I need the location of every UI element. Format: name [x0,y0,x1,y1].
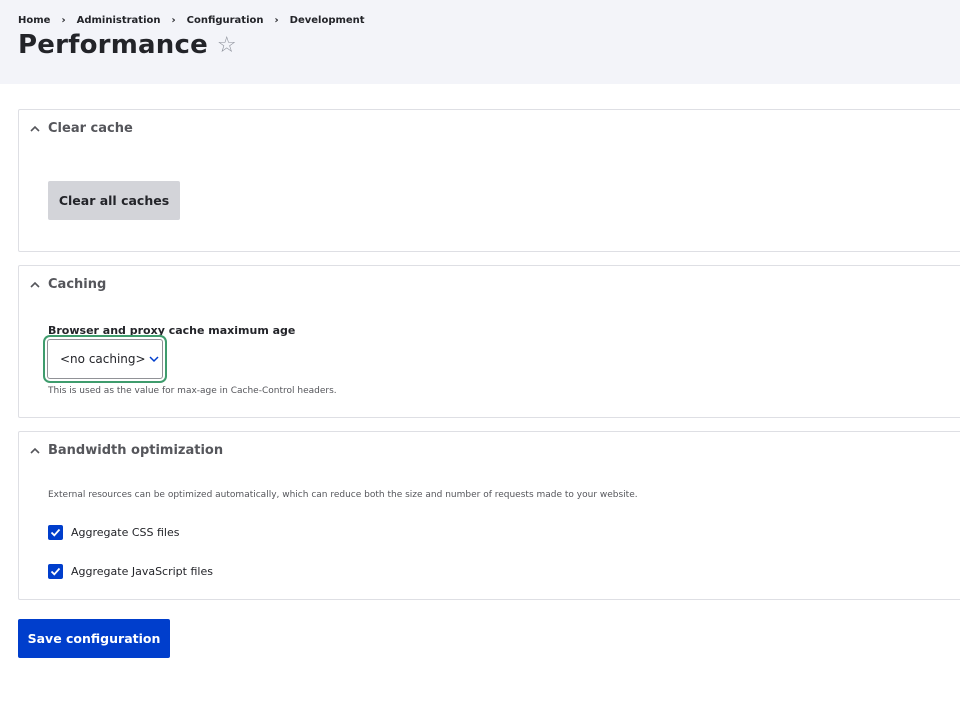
breadcrumb-administration[interactable]: Administration [77,15,161,26]
aggregate-css-checkbox[interactable] [48,525,63,540]
caching-panel: Caching Browser and proxy cache maximum … [18,265,960,418]
aggregate-js-checkbox[interactable] [48,564,63,579]
checkmark-icon [50,567,61,576]
clear-cache-panel: Clear cache Clear all caches [18,109,960,252]
breadcrumb-separator: › [61,15,66,26]
clear-cache-summary[interactable]: Clear cache [29,121,133,136]
chevron-up-icon [30,447,40,454]
star-icon[interactable]: ☆ [217,35,237,57]
breadcrumb-home[interactable]: Home [18,15,50,26]
breadcrumb: Home › Administration › Configuration › … [18,15,365,26]
max-age-label: Browser and proxy cache maximum age [48,324,296,337]
title-row: Performance ☆ [18,30,237,60]
max-age-select[interactable]: <no caching> [47,339,163,379]
aggregate-js-option: Aggregate JavaScript files [48,564,213,579]
aggregate-css-option: Aggregate CSS files [48,525,179,540]
chevron-up-icon [30,281,40,288]
breadcrumb-development[interactable]: Development [290,15,365,26]
aggregate-css-label[interactable]: Aggregate CSS files [71,526,179,539]
caching-heading: Caching [48,277,107,292]
bandwidth-panel: Bandwidth optimization External resource… [18,431,960,600]
chevron-down-icon [149,356,159,363]
bandwidth-description: External resources can be optimized auto… [48,490,638,500]
bandwidth-heading: Bandwidth optimization [48,443,224,458]
breadcrumb-separator: › [274,15,279,26]
breadcrumb-separator: › [171,15,176,26]
clear-cache-heading: Clear cache [48,121,133,136]
page-header: Home › Administration › Configuration › … [0,0,960,84]
max-age-description: This is used as the value for max-age in… [48,386,337,396]
breadcrumb-configuration[interactable]: Configuration [187,15,264,26]
page-title: Performance [18,30,208,60]
chevron-up-icon [30,125,40,132]
aggregate-js-label[interactable]: Aggregate JavaScript files [71,565,213,578]
caching-summary[interactable]: Caching [29,277,106,292]
checkmark-icon [50,528,61,537]
max-age-selected-value: <no caching> [60,352,146,366]
bandwidth-summary[interactable]: Bandwidth optimization [29,443,223,458]
clear-all-caches-button[interactable]: Clear all caches [48,181,180,220]
save-configuration-button[interactable]: Save configuration [18,619,170,658]
